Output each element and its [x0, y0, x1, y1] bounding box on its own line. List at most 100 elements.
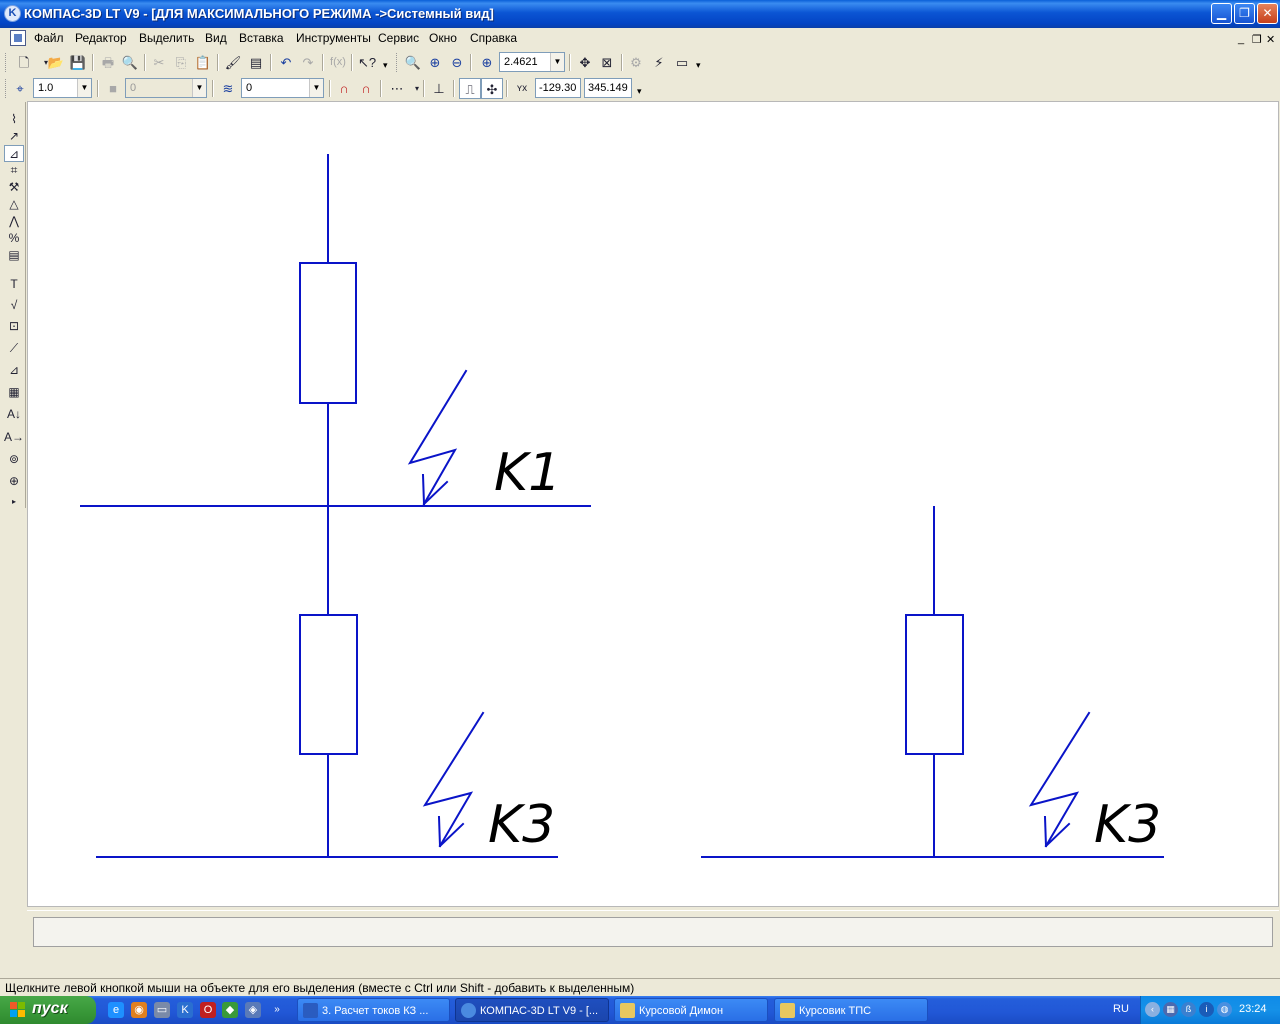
ortho-mode-icon[interactable]: ⎍ — [459, 78, 481, 99]
copy-properties-icon[interactable]: 🖌 — [222, 52, 244, 73]
leader-icon[interactable]: ⟋ — [4, 340, 24, 357]
mdi-restore-button[interactable]: ❐ — [1252, 33, 1262, 46]
cut-icon[interactable]: ✂ — [148, 52, 170, 73]
paste-icon[interactable]: 📋 — [192, 52, 214, 73]
associative-views-icon[interactable]: % — [4, 230, 24, 247]
geometry-icon[interactable]: ⌇ — [4, 111, 24, 128]
chevron-down-icon[interactable]: ▼ — [550, 53, 564, 71]
measure-icon[interactable]: △ — [4, 196, 24, 213]
menu-file[interactable]: Файл — [34, 31, 64, 45]
layer-combo[interactable]: 0 ▼ — [241, 78, 324, 98]
table-icon[interactable]: ▦ — [4, 384, 24, 401]
document-icon[interactable] — [10, 30, 26, 46]
task-folder-tps[interactable]: Курсовик ТПС — [774, 998, 928, 1022]
open-icon[interactable]: 📂 — [45, 52, 67, 73]
zoom-in-icon[interactable]: ⊕ — [424, 52, 446, 73]
cursor-y-field[interactable]: 345.149 — [584, 78, 632, 98]
toolbar-grip[interactable] — [5, 53, 8, 72]
task-folder-dimon[interactable]: Курсовой Димон — [614, 998, 768, 1022]
snap-magnet-icon[interactable]: ∩ — [333, 78, 355, 99]
task-word-doc[interactable]: 3. Расчет токов КЗ ... — [297, 998, 450, 1022]
menu-tools[interactable]: Инструменты — [296, 31, 371, 45]
view-arrow-icon[interactable]: A→ — [4, 429, 24, 446]
zoom-scale-icon[interactable]: ⊕ — [476, 52, 498, 73]
dimensions-icon[interactable]: ↗ — [4, 128, 24, 145]
menu-select[interactable]: Выделить — [139, 31, 194, 45]
close-button[interactable]: ✕ — [1257, 3, 1278, 24]
clock[interactable]: 23:24 — [1239, 1003, 1267, 1015]
redo-icon[interactable]: ↷ — [297, 52, 319, 73]
desktop-icon[interactable]: ▭ — [154, 1002, 170, 1018]
cut-line-icon[interactable]: A↓ — [4, 406, 24, 423]
task-kompas[interactable]: КОМПАС-3D LT V9 - [... — [455, 998, 609, 1022]
network-quick-icon[interactable]: ◈ — [245, 1002, 261, 1018]
tolerance-icon[interactable]: ⊿ — [4, 362, 24, 379]
style-icon[interactable]: ■ — [102, 78, 124, 99]
tray-collapse-icon[interactable]: ‹ — [1145, 1002, 1160, 1017]
style-combo[interactable]: 0 ▼ — [125, 78, 207, 98]
toolbar-chevron-icon[interactable]: ▾ — [696, 60, 701, 71]
chevron-down-icon[interactable]: ▼ — [192, 79, 206, 97]
app-quick-icon[interactable]: ◆ — [222, 1002, 238, 1018]
pan-icon[interactable]: ✥ — [574, 52, 596, 73]
title-bar[interactable]: K КОМПАС-3D LT V9 - [ДЛЯ МАКСИМАЛЬНОГО Р… — [0, 0, 1280, 28]
panel-toggle-icon[interactable]: ▭ — [671, 52, 693, 73]
network-icon[interactable]: ▦ — [1163, 1002, 1178, 1017]
grid-icon[interactable]: ⋯ — [386, 78, 408, 99]
toolbar-grip[interactable] — [5, 79, 8, 98]
spec-icon[interactable]: ▤ — [4, 247, 24, 264]
step-combo[interactable]: 1.0 ▼ — [33, 78, 92, 98]
chevron-down-icon[interactable]: ▼ — [77, 79, 91, 97]
base-icon[interactable]: ⊡ — [4, 318, 24, 335]
center-mark-icon[interactable]: ⊕ — [4, 473, 24, 490]
toolbar-chevron-icon[interactable]: ▾ — [637, 86, 642, 97]
zoom-combo[interactable]: 2.4621 ▼ — [499, 52, 565, 72]
copy-icon[interactable]: ⎘ — [170, 52, 192, 73]
local-cs-icon[interactable]: ⊥ — [428, 78, 450, 99]
toolbar-chevron-icon[interactable]: ▾ — [383, 60, 388, 71]
bluetooth-icon[interactable]: ß — [1181, 1002, 1196, 1017]
show-all-icon[interactable]: ⊠ — [596, 52, 618, 73]
minimize-button[interactable]: ▁ — [1211, 3, 1232, 24]
cursor-x-field[interactable]: -129.30 — [535, 78, 581, 98]
toolbar-grip[interactable] — [396, 53, 399, 72]
menu-window[interactable]: Окно — [429, 31, 457, 45]
mdi-minimize-button[interactable]: _ — [1238, 33, 1244, 45]
undo-icon[interactable]: ↶ — [275, 52, 297, 73]
save-icon[interactable]: 💾 — [67, 52, 89, 73]
text-icon[interactable]: T — [4, 276, 24, 293]
menu-view[interactable]: Вид — [205, 31, 227, 45]
firefox-icon[interactable]: ◉ — [131, 1002, 147, 1018]
regenerate-icon[interactable]: ⚡ — [648, 52, 670, 73]
help-pointer-icon[interactable]: ↖? — [356, 52, 378, 73]
kompas-quick-icon[interactable]: K — [177, 1002, 193, 1018]
select-icon[interactable]: ⋀ — [4, 213, 24, 230]
info-icon[interactable]: i — [1199, 1002, 1214, 1017]
menu-editor[interactable]: Редактор — [75, 31, 127, 45]
zoom-out-icon[interactable]: ⊖ — [446, 52, 468, 73]
start-button[interactable]: пуск — [0, 996, 96, 1024]
new-document-icon[interactable]: 🗋 — [13, 52, 35, 73]
step-cursor-icon[interactable]: ⌖ — [9, 78, 31, 99]
ie-icon[interactable]: e — [108, 1002, 124, 1018]
menu-service[interactable]: Сервис — [378, 31, 419, 45]
properties-list-icon[interactable]: ▤ — [245, 52, 267, 73]
language-indicator[interactable]: RU — [1113, 1003, 1129, 1015]
local-snap-icon[interactable]: ∩ — [355, 78, 377, 99]
print-preview-icon[interactable]: 🔍 — [119, 52, 141, 73]
parametrization-icon[interactable]: ⚒ — [4, 179, 24, 196]
chevron-down-icon[interactable]: ▼ — [309, 79, 323, 97]
manager-icon[interactable]: ⚙ — [625, 52, 647, 73]
designations-icon[interactable]: ⊿ — [4, 145, 24, 162]
drawing-canvas[interactable]: K1 K3 K3 — [27, 101, 1279, 907]
zoom-window-icon[interactable]: 🔍 — [402, 52, 424, 73]
menu-help[interactable]: Справка — [470, 31, 517, 45]
edit-icon[interactable]: ⌗ — [4, 162, 24, 179]
parametric-mode-icon[interactable]: ✣ — [481, 78, 503, 99]
properties-content[interactable] — [33, 917, 1273, 947]
variables-fx-icon[interactable]: f(x) — [327, 52, 349, 73]
print-icon[interactable]: 🖶 — [97, 52, 119, 73]
kompas-logo-icon[interactable]: K — [4, 5, 21, 22]
roughness-icon[interactable]: √ — [4, 297, 24, 314]
layers-icon[interactable]: ≋ — [217, 78, 239, 99]
